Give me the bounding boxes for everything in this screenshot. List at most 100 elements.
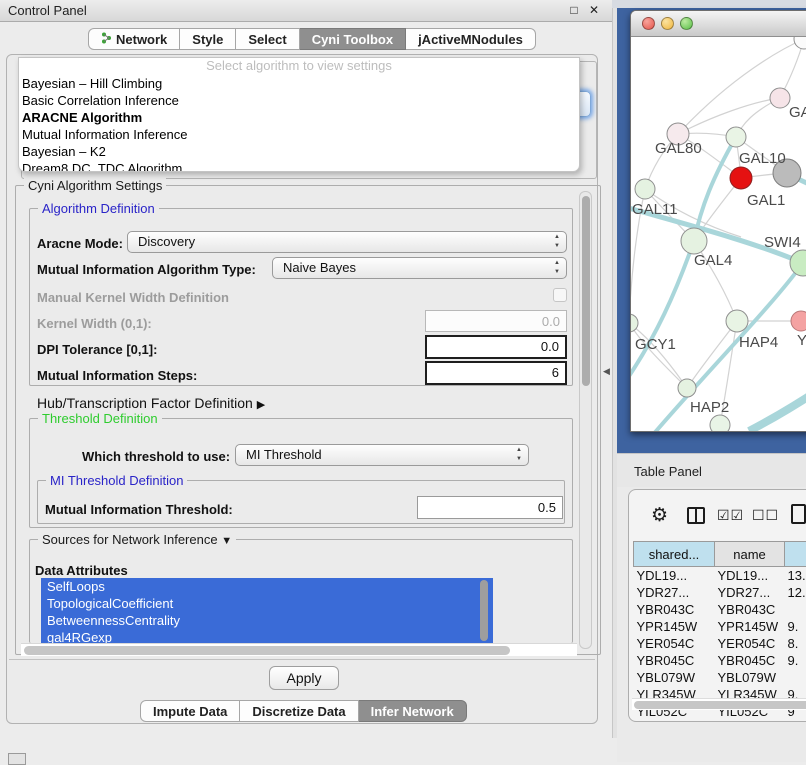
table-column-header[interactable]: name (715, 542, 785, 567)
tab-jactivemnodules[interactable]: jActiveMNodules (406, 28, 536, 50)
table-cell: YBR043C (715, 601, 785, 618)
table-hscroll-thumb[interactable] (634, 701, 806, 709)
network-node-label: HAP2 (690, 399, 729, 416)
manual-kernel-checkbox[interactable] (553, 288, 567, 302)
tab-label: Select (248, 29, 286, 50)
network-node[interactable] (726, 127, 746, 147)
collapse-down-icon[interactable]: ▼ (221, 535, 232, 547)
apply-button[interactable]: Apply (269, 666, 339, 690)
zoom-traffic-light[interactable] (680, 17, 693, 30)
table-cell (785, 669, 806, 686)
algorithm-option[interactable]: Bayesian – K2 (19, 143, 579, 160)
network-node[interactable] (678, 379, 696, 397)
minimize-traffic-light[interactable] (661, 17, 674, 30)
network-window-titlebar (631, 11, 806, 37)
data-attribute-item[interactable]: gal4RGexp (41, 629, 493, 643)
splitter-collapse-icon[interactable]: ◀ (603, 366, 610, 377)
algorithm-option[interactable]: Basic Correlation Inference (19, 92, 579, 109)
network-edge[interactable] (631, 323, 687, 388)
select-all-checkboxes-icon[interactable]: ☑☑ (717, 507, 744, 524)
algorithm-option[interactable]: Bayesian – Hill Climbing (19, 75, 579, 92)
network-node[interactable] (635, 179, 655, 199)
sources-group-title: Sources for Network Inference ▼ (38, 532, 236, 547)
tab-network[interactable]: Network (88, 28, 180, 50)
mi-type-label: Mutual Information Algorithm Type: (37, 262, 256, 277)
attr-list-scrollbar[interactable] (479, 580, 489, 641)
network-node[interactable] (770, 88, 790, 108)
export-table-icon[interactable] (791, 504, 806, 524)
network-node[interactable] (791, 311, 806, 331)
network-node[interactable] (710, 415, 730, 432)
hub-definition-label[interactable]: Hub/Transcription Factor Definition ▶ (37, 395, 265, 411)
expand-right-icon[interactable]: ▶ (257, 399, 265, 411)
table-row[interactable]: YBL079WYBL079W (634, 669, 806, 686)
aracne-mode-combobox[interactable]: Discovery ▲▼ (127, 231, 567, 253)
table-hscroll-track[interactable] (632, 698, 806, 710)
network-edge[interactable] (678, 98, 780, 134)
mi-threshold-field[interactable]: 0.5 (417, 496, 563, 519)
network-node[interactable] (790, 250, 806, 276)
float-window-icon[interactable]: □ (566, 3, 582, 19)
table-row[interactable]: YDL19...YDL19...13... (634, 567, 806, 584)
table-panel-title: Table Panel (634, 464, 702, 479)
table-column-header[interactable]: shared... (634, 542, 715, 567)
network-node[interactable] (730, 167, 752, 189)
settings-hscroll-track[interactable] (21, 643, 577, 656)
mi-steps-field[interactable]: 6 (425, 361, 567, 385)
corner-mini-button[interactable] (8, 753, 26, 765)
table-cell: 12... (785, 584, 806, 601)
mi-type-value: Naive Bayes (283, 260, 356, 275)
algorithm-option[interactable]: ARACNE Algorithm (19, 109, 579, 126)
network-edge[interactable] (749, 387, 806, 431)
table-cell: 9. (785, 618, 806, 635)
settings-hscroll-thumb[interactable] (24, 646, 510, 655)
table-cell: YBL079W (634, 669, 715, 686)
table-row[interactable]: YBR043CYBR043C (634, 601, 806, 618)
close-window-icon[interactable]: ✕ (586, 3, 602, 19)
attr-list-scrollbar-thumb[interactable] (480, 580, 488, 641)
table-row[interactable]: YER054CYER054C8. (634, 635, 806, 652)
split-columns-icon[interactable] (687, 507, 705, 524)
network-graph-canvas[interactable]: GAL80GAL10GAL1GAL11GALSWI4GAL4GCY1HAP4YH… (631, 37, 806, 432)
mi-threshold-group-title: MI Threshold Definition (46, 473, 187, 488)
settings-scrollbar-track[interactable] (579, 191, 592, 649)
control-panel-titlebar: Control Panel □ ✕ (0, 0, 612, 22)
network-node[interactable] (726, 310, 748, 332)
table-row[interactable]: YDR27...YDR27...12... (634, 584, 806, 601)
network-edge[interactable] (631, 241, 694, 382)
network-node[interactable] (681, 228, 707, 254)
data-attribute-item[interactable]: TopologicalCoefficient (41, 595, 493, 612)
control-panel-title: Control Panel (8, 3, 87, 18)
dpi-tolerance-field[interactable]: 0.0 (425, 335, 567, 359)
deselect-all-checkboxes-icon[interactable]: ☐☐ (752, 507, 779, 524)
network-edge[interactable] (631, 323, 687, 388)
cyni-algorithm-settings-title: Cyni Algorithm Settings (24, 178, 166, 193)
apply-divider (9, 659, 595, 660)
which-threshold-combobox[interactable]: MI Threshold ▲▼ (235, 444, 529, 466)
table-column-header[interactable]: A (785, 542, 806, 567)
tab-style[interactable]: Style (180, 28, 236, 50)
table-row[interactable]: YBR045CYBR045C9. (634, 652, 806, 669)
data-attribute-item[interactable]: BetweennessCentrality (41, 612, 493, 629)
algorithm-option[interactable]: Mutual Information Inference (19, 126, 579, 143)
gear-icon[interactable]: ⚙ (651, 504, 668, 527)
bottom-tab-impute-data[interactable]: Impute Data (140, 700, 240, 722)
network-edge[interactable] (678, 39, 804, 134)
tab-select[interactable]: Select (236, 28, 299, 50)
mi-type-combobox[interactable]: Naive Bayes ▲▼ (272, 257, 567, 279)
network-edge[interactable] (687, 321, 737, 388)
kernel-width-field[interactable]: 0.0 (425, 310, 567, 332)
table-cell (785, 601, 806, 618)
tab-cyni-toolbox[interactable]: Cyni Toolbox (300, 28, 406, 50)
data-attribute-item[interactable]: SelfLoops (41, 578, 493, 595)
data-attributes-list[interactable]: SelfLoopsTopologicalCoefficientBetweenne… (41, 578, 493, 643)
close-traffic-light[interactable] (642, 17, 655, 30)
algorithm-option[interactable]: Dream8 DC_TDC Algorithm (19, 160, 579, 172)
hub-definition-text: Hub/Transcription Factor Definition (37, 395, 253, 411)
table-row[interactable]: YPR145WYPR145W9. (634, 618, 806, 635)
settings-scrollbar-thumb[interactable] (582, 196, 590, 386)
bottom-tab-discretize-data[interactable]: Discretize Data (240, 700, 358, 722)
table-cell: YBL079W (715, 669, 785, 686)
network-node[interactable] (794, 37, 806, 49)
bottom-tab-infer-network[interactable]: Infer Network (359, 700, 467, 722)
